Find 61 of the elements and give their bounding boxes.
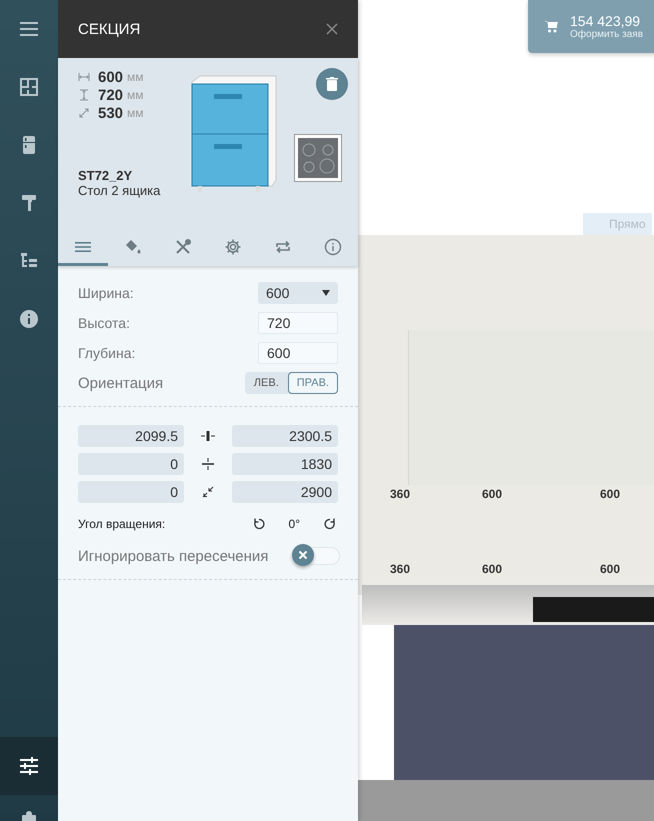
rotate-left-icon	[252, 518, 265, 530]
input-field[interactable]: 720	[258, 312, 338, 334]
coordinate-field[interactable]: 0	[78, 481, 184, 503]
toggle-label: Игнорировать пересечения	[78, 548, 268, 564]
delete-button[interactable]	[316, 68, 348, 100]
field-label: Высота:	[78, 315, 130, 331]
dimension-label: 600	[482, 487, 502, 501]
width-arrow-icon	[78, 71, 90, 83]
close-icon	[326, 23, 338, 35]
field-label: Ширина:	[78, 285, 134, 301]
coordinate-field[interactable]: 2900	[232, 481, 338, 503]
info-icon	[324, 238, 342, 256]
dimension-label: 600	[600, 562, 620, 576]
sidebar-item[interactable]	[0, 737, 58, 795]
dimension-value: 600	[98, 68, 124, 86]
dimension-unit: мм	[127, 70, 144, 84]
dimension-label: 600	[600, 487, 620, 501]
plan-icon	[19, 77, 39, 97]
x-axis-icon	[201, 430, 215, 442]
input-field[interactable]: 600	[258, 342, 338, 364]
rotate-right-button[interactable]	[322, 516, 338, 532]
hob-thumbnail[interactable]	[294, 134, 342, 182]
coordinate-field[interactable]: 0	[78, 453, 184, 475]
coordinate-field[interactable]: 2300.5	[232, 425, 338, 447]
dropdown-caret-icon	[322, 290, 330, 296]
z-axis-icon	[201, 486, 215, 498]
field-label: Глубина:	[78, 345, 136, 361]
hob-drawing	[298, 138, 338, 178]
orientation-option[interactable]: ПРАВ.	[288, 372, 338, 394]
rotation-value: 0°	[288, 517, 300, 531]
roller-icon	[19, 193, 39, 213]
field-label: Ориентация	[78, 374, 164, 392]
sliders-icon	[19, 756, 39, 776]
dimension-value: 530	[98, 104, 124, 122]
rotation-label: Угол вращения:	[78, 517, 166, 531]
orientation-option[interactable]: ЛЕВ.	[244, 372, 288, 394]
dimension-label: 360	[390, 487, 410, 501]
cart-icon	[544, 20, 558, 33]
menu-icon	[19, 19, 39, 39]
item-code: ST72_2Y	[78, 168, 134, 183]
dimension-unit: мм	[127, 88, 144, 102]
coordinate-field[interactable]: 2099.5	[78, 425, 184, 447]
close-button[interactable]	[324, 21, 340, 37]
y-axis-icon	[201, 458, 215, 470]
rotate-right-icon	[324, 518, 336, 530]
info-icon	[19, 309, 39, 329]
depth-arrow-icon	[78, 107, 90, 119]
dimension-value: 720	[98, 86, 124, 104]
gear-icon	[224, 238, 242, 256]
dimension-label: 360	[390, 562, 410, 576]
dimension-label: 600	[482, 562, 502, 576]
dimension-unit: мм	[127, 106, 144, 120]
width-select[interactable]: 600	[258, 282, 338, 304]
coordinate-field[interactable]: 1830	[232, 453, 338, 475]
tools-icon	[174, 238, 192, 256]
close-icon	[298, 550, 308, 560]
panel-title: СЕКЦИЯ	[78, 20, 140, 38]
trash-icon	[326, 77, 338, 91]
height-arrow-icon	[78, 89, 90, 101]
item-name: Стол 2 ящика	[78, 183, 162, 198]
paint-icon	[124, 238, 142, 256]
